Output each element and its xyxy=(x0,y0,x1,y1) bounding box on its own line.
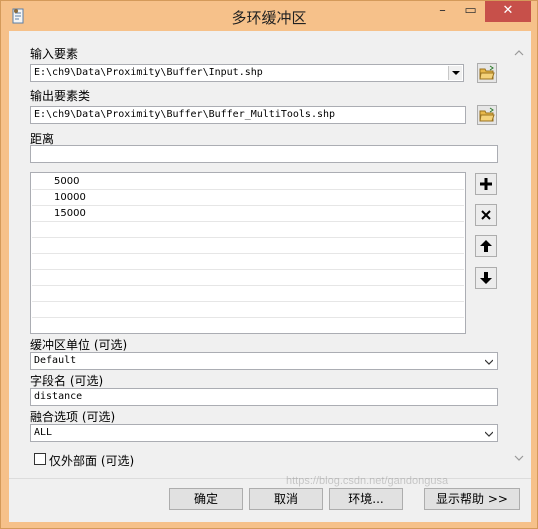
watermark-text: https://blog.csdn.net/gandongusa xyxy=(286,475,449,487)
arrow-up-icon xyxy=(480,240,492,252)
output-feature-class-field[interactable]: E:\ch9\Data\Proximity\Buffer\Buffer_Mult… xyxy=(30,106,466,124)
ok-button[interactable]: 确定 xyxy=(169,488,243,510)
scroll-down-icon[interactable] xyxy=(514,454,524,462)
title-bar: 多环缓冲区 – ▭ ✕ xyxy=(1,1,537,31)
browse-input-button[interactable] xyxy=(477,63,497,83)
dialog-window: 多环缓冲区 – ▭ ✕ 输入要素 E:\ch9\Data\Proximity\B… xyxy=(0,0,538,529)
dissolve-option-select[interactable]: ALL xyxy=(30,424,498,442)
dissolve-option-label: 融合选项 (可选) xyxy=(30,410,116,424)
cancel-button[interactable]: 取消 xyxy=(249,488,323,510)
outside-polygons-checkbox[interactable] xyxy=(34,453,46,465)
maximize-button[interactable]: ▭ xyxy=(457,1,484,22)
field-name-label: 字段名 (可选) xyxy=(30,374,104,388)
input-features-label: 输入要素 xyxy=(30,47,79,61)
plus-icon xyxy=(480,178,492,190)
distance-list[interactable]: 5000 10000 15000 xyxy=(30,172,466,334)
move-up-button[interactable] xyxy=(475,235,497,257)
list-item[interactable] xyxy=(32,270,464,286)
input-features-value: E:\ch9\Data\Proximity\Buffer\Input.shp xyxy=(34,67,263,78)
outside-polygons-label: 仅外部面 (可选) xyxy=(49,454,135,468)
chevron-down-icon[interactable] xyxy=(448,66,462,80)
input-features-combobox[interactable]: E:\ch9\Data\Proximity\Buffer\Input.shp xyxy=(30,64,464,82)
list-item[interactable] xyxy=(32,286,464,302)
list-item[interactable]: 15000 xyxy=(32,206,464,222)
environments-button[interactable]: 环境... xyxy=(329,488,403,510)
list-item[interactable]: 5000 xyxy=(32,174,464,190)
close-button[interactable]: ✕ xyxy=(485,1,531,22)
folder-open-icon xyxy=(479,107,495,122)
list-item[interactable] xyxy=(32,222,464,238)
folder-open-icon xyxy=(479,65,495,80)
footer-divider xyxy=(9,478,531,479)
field-name-input[interactable]: distance xyxy=(30,388,498,406)
show-help-button[interactable]: 显示帮助 >> xyxy=(424,488,520,510)
vertical-scrollbar[interactable] xyxy=(509,41,529,473)
list-item[interactable] xyxy=(32,238,464,254)
remove-value-button[interactable] xyxy=(475,204,497,226)
dissolve-option-value: ALL xyxy=(34,427,53,438)
move-down-button[interactable] xyxy=(475,267,497,289)
minimize-button[interactable]: – xyxy=(428,1,457,22)
chevron-down-icon xyxy=(485,431,493,437)
remove-icon xyxy=(481,210,491,220)
chevron-down-icon xyxy=(485,359,493,365)
list-item[interactable]: 10000 xyxy=(32,190,464,206)
buffer-unit-label: 缓冲区单位 (可选) xyxy=(30,338,128,352)
buffer-unit-value: Default xyxy=(34,355,77,366)
add-value-button[interactable] xyxy=(475,173,497,195)
distance-input[interactable] xyxy=(30,145,498,163)
list-item[interactable] xyxy=(32,302,464,318)
list-item[interactable] xyxy=(32,254,464,270)
browse-output-button[interactable] xyxy=(477,105,497,125)
dialog-body: 输入要素 E:\ch9\Data\Proximity\Buffer\Input.… xyxy=(9,31,531,522)
buffer-unit-select[interactable]: Default xyxy=(30,352,498,370)
arrow-down-icon xyxy=(480,272,492,284)
scroll-up-icon[interactable] xyxy=(514,49,524,57)
output-feature-class-label: 输出要素类 xyxy=(30,89,91,103)
